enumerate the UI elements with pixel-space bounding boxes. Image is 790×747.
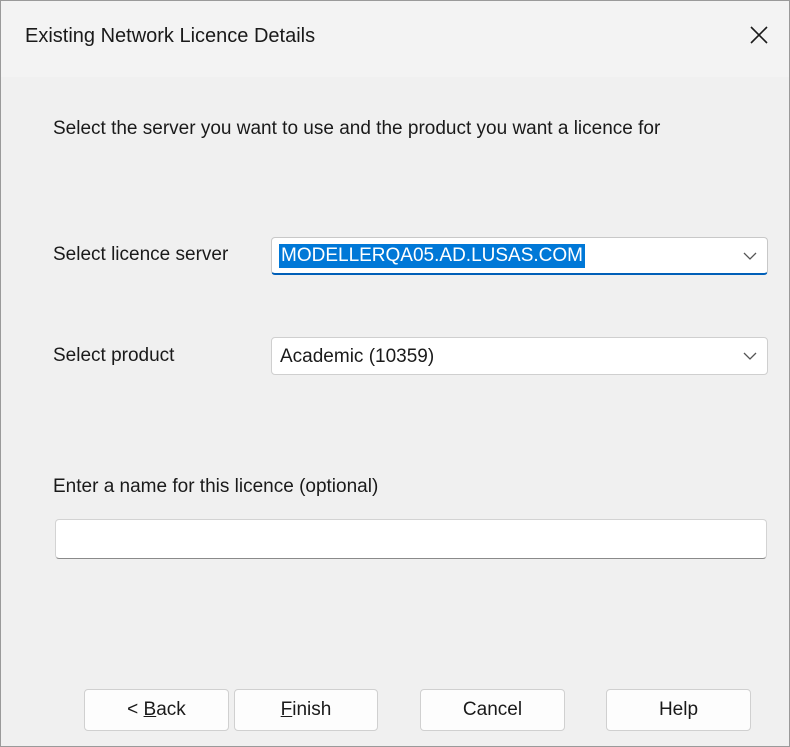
licence-server-label: Select licence server — [53, 244, 229, 265]
instruction-text: Select the server you want to use and th… — [53, 118, 661, 139]
finish-button-rest: inish — [292, 699, 332, 720]
close-button[interactable] — [737, 15, 781, 55]
cancel-button[interactable]: Cancel — [420, 689, 565, 731]
licence-server-value: MODELLERQA05.AD.LUSAS.COM — [279, 244, 585, 268]
chevron-down-icon — [743, 352, 757, 360]
finish-button-mnemonic: F — [280, 699, 293, 720]
back-button-rest: ack — [156, 699, 186, 720]
finish-button[interactable]: Finish — [234, 689, 378, 731]
back-button-mnemonic: B — [143, 699, 157, 720]
product-label: Select product — [53, 345, 175, 366]
licence-dialog: Existing Network Licence Details Select … — [0, 0, 790, 747]
dialog-title: Existing Network Licence Details — [25, 25, 316, 47]
back-button-prefix: < — [127, 699, 144, 720]
dialog-body — [1, 77, 789, 746]
licence-name-label: Enter a name for this licence (optional) — [53, 476, 379, 497]
help-button[interactable]: Help — [606, 689, 751, 731]
title-bar: Existing Network Licence Details — [1, 1, 789, 77]
chevron-down-icon — [743, 252, 757, 260]
product-value: Academic (10359) — [280, 346, 435, 367]
licence-name-input[interactable] — [55, 519, 767, 559]
back-button[interactable]: < Back — [84, 689, 229, 731]
licence-server-combobox[interactable]: MODELLERQA05.AD.LUSAS.COM — [271, 237, 768, 275]
product-combobox[interactable]: Academic (10359) — [271, 337, 768, 375]
close-icon — [750, 26, 768, 44]
